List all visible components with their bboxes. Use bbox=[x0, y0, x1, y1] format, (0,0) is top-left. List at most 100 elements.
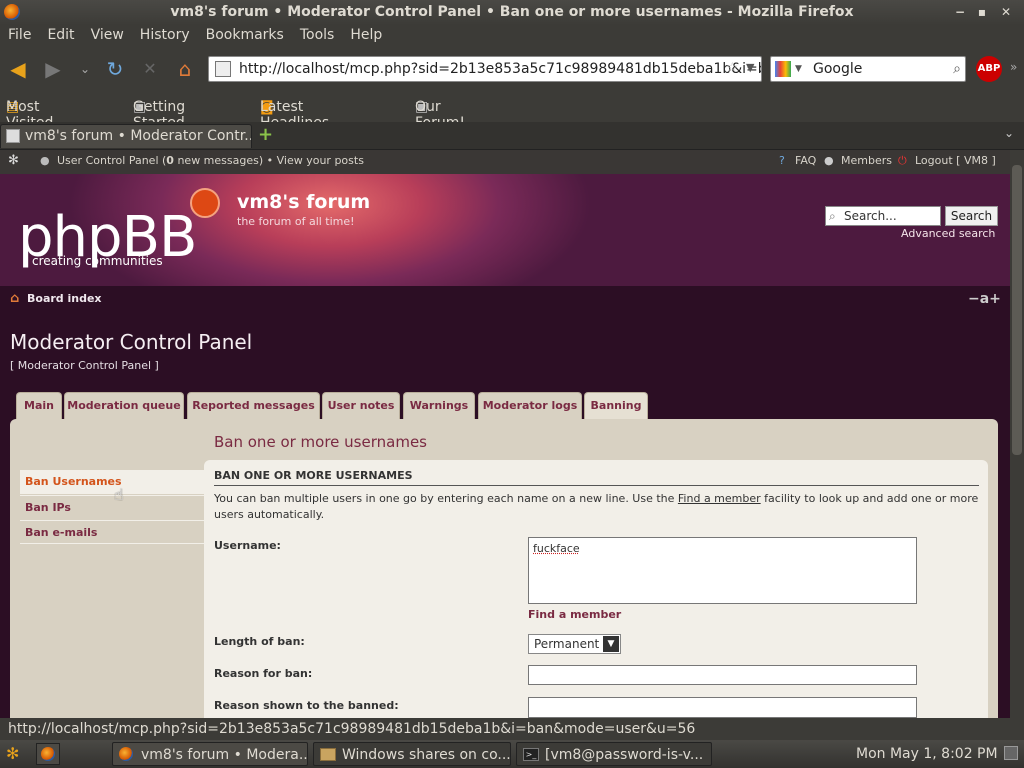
scrollbar-thumb[interactable] bbox=[1012, 165, 1022, 455]
menu-bar: File Edit View History Bookmarks Tools Help bbox=[0, 25, 1024, 47]
forward-arrow-icon[interactable]: ▶ bbox=[42, 58, 64, 80]
phpbb-logo-tagline: creating communities bbox=[32, 254, 163, 268]
menu-edit[interactable]: Edit bbox=[39, 25, 82, 43]
url-bar[interactable]: http://localhost/mcp.php?sid=2b13e853a5c… bbox=[208, 56, 762, 82]
site-favicon-icon bbox=[215, 61, 231, 77]
forum-top-bar: ✻ ● User Control Panel (0 new messages) … bbox=[0, 150, 1010, 174]
ucp-link[interactable]: User Control Panel (0 new messages) • Vi… bbox=[57, 150, 364, 172]
menu-help[interactable]: Help bbox=[342, 25, 390, 43]
stop-icon[interactable]: ✕ bbox=[139, 58, 161, 80]
status-bar: http://localhost/mcp.php?sid=2b13e853a5c… bbox=[0, 718, 1024, 740]
select-arrow-icon: ▼ bbox=[603, 636, 619, 652]
maximize-icon[interactable]: ▪ bbox=[974, 4, 990, 20]
tab-forum[interactable]: vm8's forum • Moderator Contr... bbox=[0, 124, 252, 148]
task-label: Windows shares on co... bbox=[342, 747, 511, 763]
menu-file[interactable]: File bbox=[0, 25, 39, 43]
history-dropdown-icon[interactable]: ⌄ bbox=[74, 58, 96, 80]
forum-search-input[interactable]: ⌕ Search... bbox=[825, 206, 941, 226]
forum-search-button[interactable]: Search bbox=[945, 206, 998, 226]
faq-link[interactable]: FAQ bbox=[795, 150, 816, 172]
task-terminal[interactable]: >_ [vm8@password-is-v... bbox=[516, 742, 712, 766]
members-link[interactable]: Members bbox=[841, 150, 892, 172]
logout-link[interactable]: Logout [ VM8 ] bbox=[915, 150, 996, 172]
side-item-ban-ips[interactable]: Ban IPs bbox=[20, 495, 204, 519]
ubuntu-menu-icon[interactable]: ✻ bbox=[6, 744, 19, 763]
close-icon[interactable]: ✕ bbox=[998, 4, 1014, 20]
toolbar-overflow-icon[interactable]: » bbox=[1010, 60, 1017, 74]
username-value: fuckface bbox=[533, 542, 580, 555]
tab-moderation-queue[interactable]: Moderation queue bbox=[64, 392, 184, 420]
reason-shown-input[interactable] bbox=[528, 697, 917, 718]
board-index-link[interactable]: Board index bbox=[27, 287, 102, 311]
tab-list-icon[interactable]: ⌄ bbox=[1004, 126, 1014, 140]
home-icon[interactable]: ⌂ bbox=[174, 58, 196, 80]
mcp-breadcrumb[interactable]: [ Moderator Control Panel ] bbox=[10, 359, 159, 372]
tab-favicon-icon bbox=[6, 129, 20, 143]
find-member-inline-link[interactable]: Find a member bbox=[678, 492, 761, 505]
bookmark-latest-headlines[interactable]: ◙ Latest Headlines ⌄ bbox=[260, 96, 329, 131]
username-textarea[interactable]: fuckface bbox=[528, 537, 917, 604]
window-title: vm8's forum • Moderator Control Panel • … bbox=[170, 4, 854, 20]
tab-banning[interactable]: Banning bbox=[584, 392, 648, 422]
task-label: [vm8@password-is-v... bbox=[545, 747, 704, 763]
task-label: vm8's forum • Modera... bbox=[141, 747, 308, 763]
bookmark-most-visited[interactable]: ▤ Most Visited ⌄ bbox=[6, 96, 53, 131]
panel-title: Ban one or more usernames bbox=[214, 433, 427, 451]
search-engine-dropdown-icon[interactable]: ▼ bbox=[795, 57, 802, 81]
length-of-ban-select[interactable]: Permanent ▼ bbox=[528, 634, 621, 654]
back-arrow-icon[interactable]: ◀ bbox=[7, 58, 29, 80]
task-firefox[interactable]: vm8's forum • Modera... bbox=[112, 742, 308, 766]
length-of-ban-label: Length of ban: bbox=[214, 635, 305, 648]
menu-tools[interactable]: Tools bbox=[292, 25, 343, 43]
side-item-ban-emails[interactable]: Ban e-mails bbox=[20, 520, 204, 544]
advanced-search-link[interactable]: Advanced search bbox=[901, 227, 995, 240]
username-label: Username: bbox=[214, 539, 281, 552]
tab-moderator-logs[interactable]: Moderator logs bbox=[478, 392, 582, 420]
reason-input[interactable] bbox=[528, 665, 917, 685]
status-url: http://localhost/mcp.php?sid=2b13e853a5c… bbox=[8, 721, 696, 737]
hand-cursor-icon: ☝ bbox=[114, 485, 124, 504]
find-member-link[interactable]: Find a member bbox=[528, 608, 621, 621]
url-dropdown-icon[interactable]: ▼ bbox=[746, 61, 754, 74]
user-icon: ● bbox=[40, 154, 50, 167]
tab-main[interactable]: Main bbox=[16, 392, 62, 420]
firefox-launcher[interactable] bbox=[36, 743, 60, 765]
menu-history[interactable]: History bbox=[132, 25, 198, 43]
font-resize-control[interactable]: −a+ bbox=[968, 287, 1001, 311]
clock[interactable]: Mon May 1, 8:02 PM bbox=[856, 740, 998, 768]
home-small-icon: ⌂ bbox=[10, 291, 20, 306]
tab-label: vm8's forum • Moderator Contr... bbox=[25, 128, 252, 144]
reason-shown-label: Reason shown to the banned: bbox=[214, 699, 399, 712]
adblock-icon[interactable]: ABP bbox=[976, 56, 1002, 82]
firefox-icon bbox=[41, 747, 55, 761]
google-icon bbox=[775, 61, 791, 77]
bookmark-star-icon[interactable]: ☆ bbox=[726, 60, 739, 76]
search-engine-label: Google bbox=[813, 61, 863, 77]
length-of-ban-value: Permanent bbox=[534, 637, 600, 651]
page-title: Moderator Control Panel bbox=[10, 330, 253, 354]
browser-search-input[interactable]: ▼ Google ⌕ bbox=[770, 56, 966, 82]
firefox-icon bbox=[4, 4, 20, 20]
tab-reported-messages[interactable]: Reported messages bbox=[187, 392, 320, 420]
show-desktop-icon[interactable] bbox=[1004, 746, 1018, 760]
reload-icon[interactable]: ↻ bbox=[104, 58, 126, 80]
form-heading: BAN ONE OR MORE USERNAMES bbox=[214, 469, 979, 486]
ubuntu-logo-icon bbox=[190, 188, 220, 218]
side-item-ban-usernames[interactable]: Ban Usernames bbox=[20, 470, 204, 494]
magnifier-icon: ⌕ bbox=[829, 209, 836, 223]
minimize-icon[interactable]: − bbox=[952, 4, 968, 20]
menu-bookmarks[interactable]: Bookmarks bbox=[198, 25, 292, 43]
folder-icon bbox=[320, 748, 336, 761]
tab-warnings[interactable]: Warnings bbox=[403, 392, 475, 420]
url-text: http://localhost/mcp.php?sid=2b13e853a5c… bbox=[239, 61, 762, 77]
taskbar: ✻ vm8's forum • Modera... Windows shares… bbox=[0, 740, 1024, 768]
new-tab-icon[interactable]: + bbox=[258, 124, 273, 145]
site-description: the forum of all time! bbox=[237, 215, 355, 228]
menu-view[interactable]: View bbox=[83, 25, 132, 43]
breadcrumb: ⌂ Board index −a+ bbox=[0, 287, 1010, 313]
tab-user-notes[interactable]: User notes bbox=[322, 392, 400, 420]
logout-icon: ⏻ bbox=[898, 154, 907, 167]
faq-icon: ? bbox=[779, 154, 785, 167]
task-windows-shares[interactable]: Windows shares on co... bbox=[313, 742, 511, 766]
search-icon[interactable]: ⌕ bbox=[953, 57, 961, 81]
